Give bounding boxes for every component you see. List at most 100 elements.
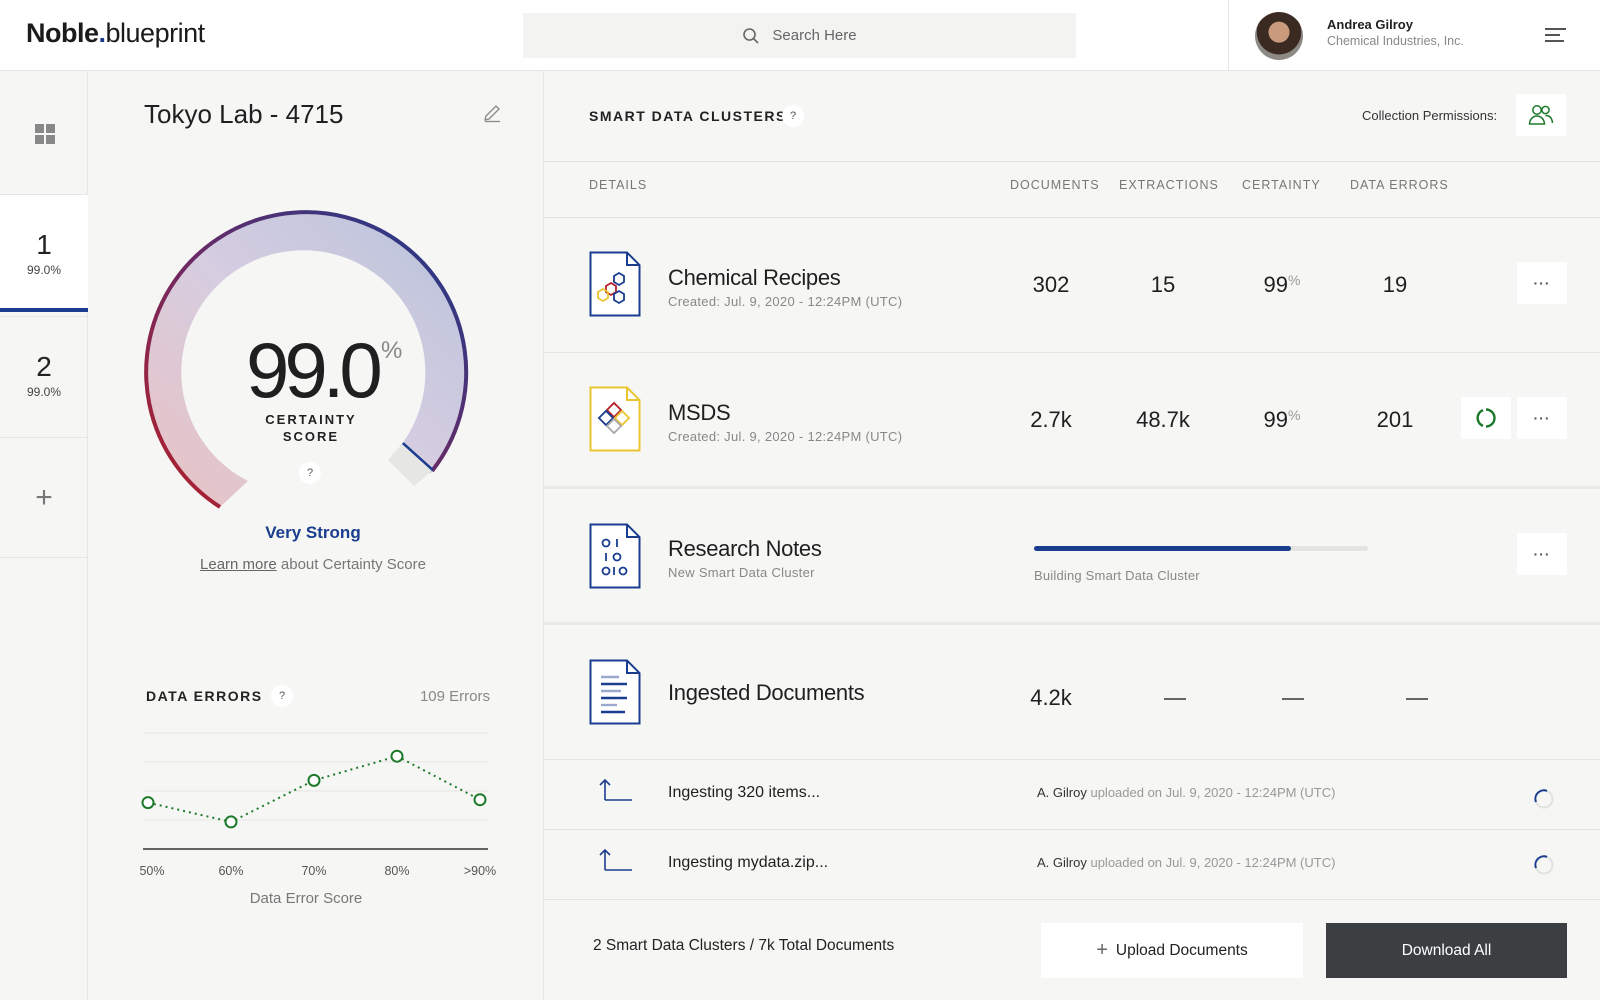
column-header-documents: DOCUMENTS [1010,178,1100,192]
data-errors-chart: 50% 60% 70% 80% >90% [139,732,496,878]
data-errors-count: 109 Errors [419,688,490,705]
certainty-score-label: CERTAINTY SCORE [265,412,357,444]
loading-spinner-icon [1534,855,1554,875]
chart-x-tick-label: 80% [384,864,409,878]
cluster-documents-count: 302 [1032,272,1070,297]
noble-blueprint-logo[interactable]: Noble.blueprint [26,18,205,49]
user-name: Andrea Gilroy [1327,17,1413,32]
rail-item-number: 2 [36,351,52,382]
collection-permissions-button[interactable] [1516,94,1566,136]
collection-permissions-label: Collection Permissions: [1362,108,1498,123]
errors-empty-dash [1406,698,1428,700]
divider [544,352,1600,353]
certainty-help-icon[interactable]: ? [299,462,321,484]
ingested-documents-icon [589,659,641,725]
hamburger-menu-icon[interactable] [1545,28,1566,46]
chart-x-tick-label: 70% [301,864,326,878]
chart-data-point [307,773,321,787]
ingesting-item-name: Ingesting 320 items... [668,784,821,801]
divider [544,622,1600,625]
cluster-certainty: 99% [1263,272,1301,297]
cluster-created-date: Created: Jul. 9, 2020 - 12:24PM (UTC) [668,294,903,309]
data-errors-title: DATA ERRORS [146,688,263,704]
cluster-name[interactable]: Chemical Recipes [668,265,841,291]
ingested-documents-count: 4.2k [1030,685,1072,710]
user-profile[interactable]: Andrea Gilroy Chemical Industries, Inc. [1228,0,1600,71]
chart-x-tick-label: >90% [464,864,496,878]
data-errors-help-icon[interactable]: ? [271,685,293,707]
cluster-created-date: Created: Jul. 9, 2020 - 12:24PM (UTC) [668,429,903,444]
dashboard-grid-icon[interactable] [35,124,55,144]
ingesting-item-name: Ingesting mydata.zip... [668,854,829,871]
cluster-name[interactable]: Research Notes [668,536,822,562]
divider [544,161,1600,162]
loading-spinner-icon [1534,789,1554,809]
divider [544,759,1600,760]
divider [544,829,1600,830]
cluster-extractions-count: 48.7k [1136,407,1190,432]
avatar[interactable] [1255,12,1303,60]
rail-item-lab-1[interactable]: 1 99.0% [0,194,88,312]
more-options-button[interactable]: ··· [1517,262,1567,304]
search-input[interactable]: Search Here [523,13,1076,58]
pencil-edit-icon[interactable] [482,103,502,123]
chemical-recipes-document-icon [589,251,641,317]
smart-data-clusters-title: SMART DATA CLUSTERS [589,108,787,124]
data-errors-xlabel: Data Error Score [249,890,363,907]
ingested-documents-name[interactable]: Ingested Documents [668,680,865,706]
divider [544,217,1600,218]
cluster-documents-count: 2.7k [1030,407,1072,432]
build-progress-status: Building Smart Data Cluster [1034,568,1200,583]
top-header: Noble.blueprint Search Here Andrea Gilro… [0,0,1600,71]
rail-item-percent: 99.0% [26,263,62,277]
download-all-button[interactable]: Download All [1326,923,1567,978]
search-icon [743,27,759,44]
chart-data-point [141,796,155,810]
user-company: Chemical Industries, Inc. [1327,34,1464,48]
build-progress-bar [1034,546,1368,551]
learn-more-rest: about Certainty Score [280,556,426,573]
add-lab-button[interactable]: + [0,437,88,558]
certainty-score-unit: % [381,337,403,364]
ingesting-item-meta: A. Gilroy uploaded on Jul. 9, 2020 - 12:… [1037,785,1336,800]
column-header-certainty: CERTAINTY [1242,178,1321,192]
ingesting-item-meta: A. Gilroy uploaded on Jul. 9, 2020 - 12:… [1037,855,1336,870]
rail-item-percent: 99.0% [26,385,62,399]
column-header-details: DETAILS [589,178,648,192]
extractions-empty-dash [1164,698,1186,700]
divider [544,899,1600,900]
chart-data-point [473,793,487,807]
chart-data-point [224,815,238,829]
chart-series-line [147,755,481,823]
smart-data-clusters-panel: SMART DATA CLUSTERS ? Collection Permiss… [544,71,1600,1000]
cluster-data-errors: 201 [1376,407,1414,432]
lab-title: Tokyo Lab - 4715 [144,99,344,129]
chart-x-tick-label: 50% [139,864,164,878]
column-header-data-errors: DATA ERRORS [1350,178,1449,192]
clusters-help-icon[interactable]: ? [782,105,804,127]
rail-item-lab-2[interactable]: 2 99.0% [0,316,88,434]
learn-more-link[interactable]: Learn more [200,556,277,573]
users-icon [1528,105,1554,125]
chart-x-tick-label: 60% [218,864,243,878]
certainty-score-value: 99.0 [246,326,383,414]
rail-item-number: 1 [36,229,52,260]
more-options-button[interactable]: ··· [1517,533,1567,575]
more-options-button[interactable]: ··· [1517,397,1567,439]
upload-documents-label: Upload Documents [1115,941,1248,959]
divider [544,486,1600,489]
clusters-summary: 2 Smart Data Clusters / 7k Total Documen… [593,937,895,954]
lab-summary-panel: Tokyo Lab - 4715 99.0 % CERTAINTY SCORE … [88,71,544,1000]
cluster-name[interactable]: MSDS [668,400,731,426]
upload-arrow-icon [599,848,632,871]
certainty-empty-dash [1282,698,1304,700]
cluster-data-errors: 19 [1382,272,1408,297]
left-rail: 1 99.0% 2 99.0% + [0,71,88,1000]
research-notes-document-icon [589,523,641,589]
chart-data-point [390,749,404,763]
certainty-strength: Very Strong [265,523,361,542]
upload-documents-button[interactable]: + Upload Documents [1041,923,1303,978]
refresh-button[interactable] [1461,397,1511,439]
upload-arrow-icon [599,778,632,801]
build-progress-fill [1034,546,1292,551]
